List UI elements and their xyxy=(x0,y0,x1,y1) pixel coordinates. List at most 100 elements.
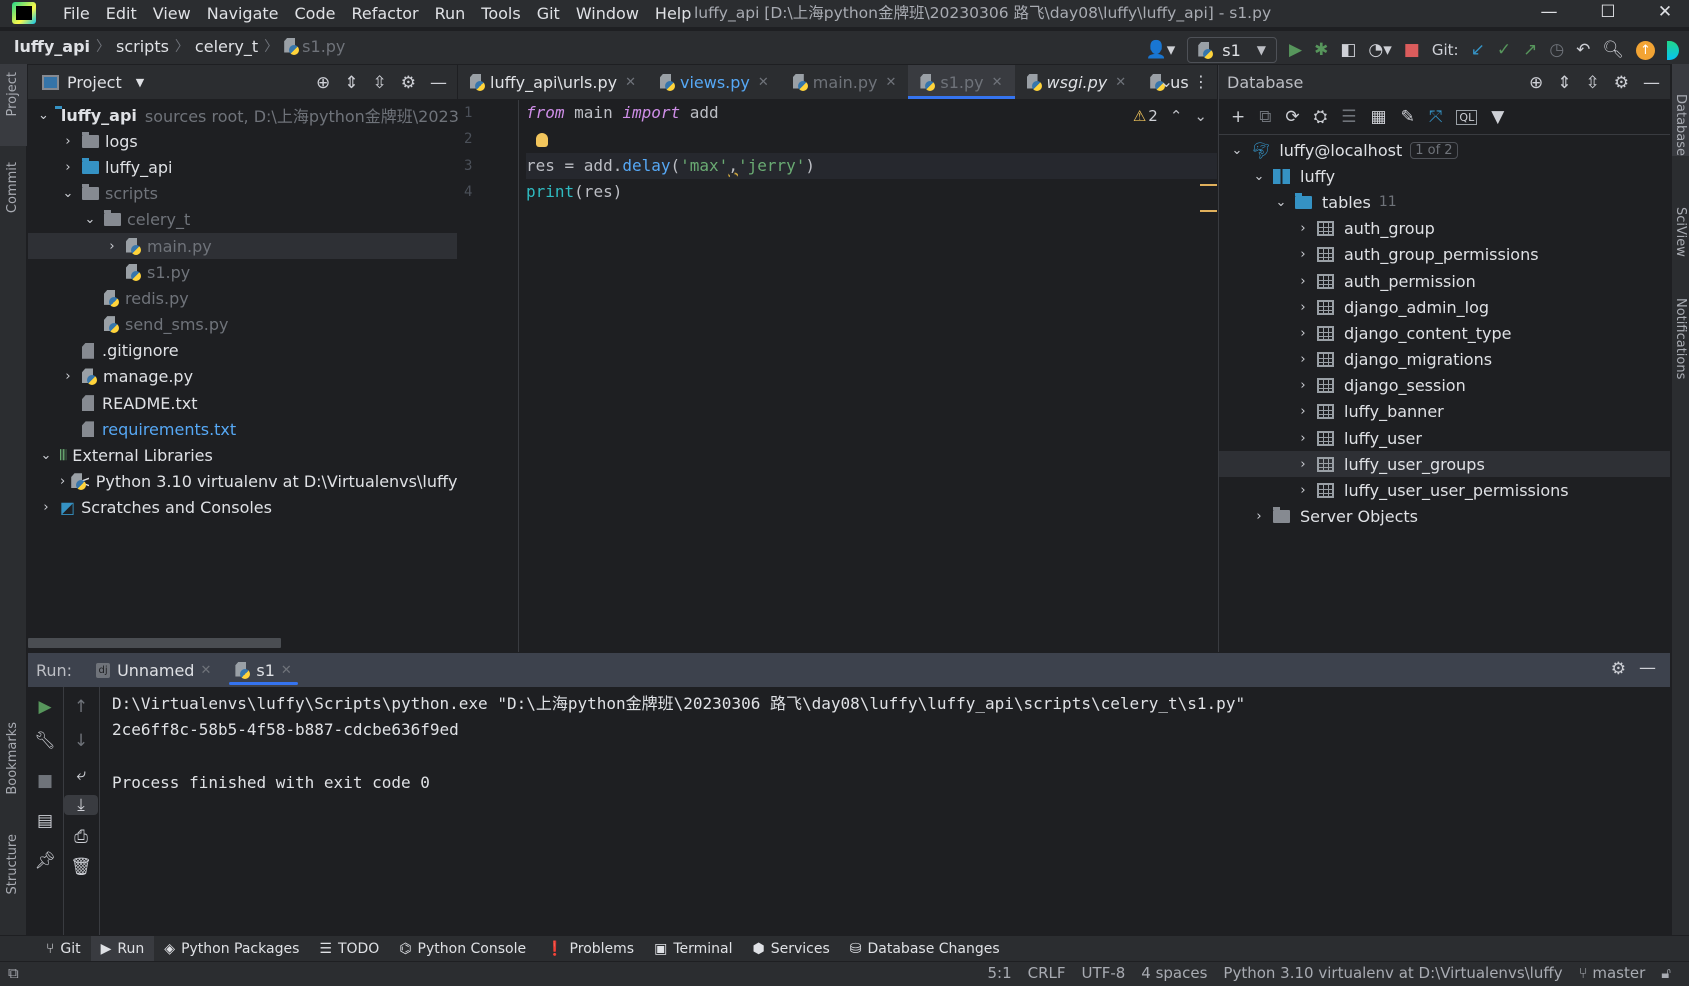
tree-item[interactable]: requirements.txt xyxy=(28,416,457,442)
tree-item[interactable]: › < Python 3.10 virtualenv at D:\Virtuale… xyxy=(28,469,476,495)
tool-tab-python-console[interactable]: ⌬ Python Console xyxy=(389,936,536,962)
editor-tab[interactable]: s1.py ✕ xyxy=(908,65,1015,99)
table-node[interactable]: › auth_group xyxy=(1219,216,1670,242)
pin-icon[interactable]: 📌︎ xyxy=(28,851,62,871)
project-panel-title[interactable]: Project xyxy=(67,73,122,92)
layout-icon[interactable]: ▤ xyxy=(28,811,62,831)
hide-icon[interactable]: — xyxy=(1643,73,1660,93)
menu-code[interactable]: Code xyxy=(287,2,344,25)
hide-icon[interactable]: — xyxy=(1639,658,1656,678)
project-tool-button[interactable]: Project xyxy=(0,64,27,146)
chevron-right-icon[interactable]: › xyxy=(1295,483,1311,498)
breadcrumb-celery-t[interactable]: celery_t xyxy=(195,37,258,56)
chevron-right-icon[interactable]: › xyxy=(1295,247,1311,262)
table-node[interactable]: › auth_group_permissions xyxy=(1219,242,1670,268)
up-arrow-icon[interactable]: ↑ xyxy=(64,697,98,717)
warning-stripe-mark[interactable] xyxy=(1200,210,1217,212)
table-node[interactable]: › auth_permission xyxy=(1219,268,1670,294)
breadcrumb-s1-py[interactable]: s1.py xyxy=(302,37,345,56)
warning-stripe-mark[interactable] xyxy=(1200,184,1217,186)
sciview-stripe-label[interactable]: SciView xyxy=(1673,207,1688,257)
menu-view[interactable]: View xyxy=(145,2,199,25)
table-node[interactable]: › luffy_user xyxy=(1219,425,1670,451)
code-area[interactable]: from main import add res = add.delay('ma… xyxy=(526,100,1217,206)
tree-item[interactable]: ⌄ celery_t xyxy=(28,207,457,233)
breadcrumb-scripts[interactable]: scripts xyxy=(116,37,169,56)
run-icon[interactable]: ▶ xyxy=(1289,40,1302,60)
menu-git[interactable]: Git xyxy=(529,2,568,25)
chevron-right-icon[interactable]: › xyxy=(1295,431,1311,446)
menu-edit[interactable]: Edit xyxy=(98,2,145,25)
tab-list-chevron-icon[interactable]: ⌄ xyxy=(1160,72,1173,91)
toggle-tool-windows-icon[interactable]: ⧉ xyxy=(8,964,19,982)
menu-file[interactable]: File xyxy=(55,2,98,25)
tree-item[interactable]: redis.py xyxy=(28,285,457,311)
chevron-right-icon[interactable]: › xyxy=(60,160,76,175)
tree-item[interactable]: › manage.py xyxy=(28,364,457,390)
prev-highlight-icon[interactable]: ⌃ xyxy=(1170,107,1183,125)
close-icon[interactable]: ✕ xyxy=(885,75,896,90)
tool-tab-terminal[interactable]: ▣ Terminal xyxy=(644,936,742,962)
db-properties-icon[interactable]: ☰ xyxy=(1341,107,1356,127)
tree-item[interactable]: › ◩ Scratches and Consoles xyxy=(28,495,457,521)
chevron-right-icon[interactable]: › xyxy=(104,239,120,254)
chevron-down-icon[interactable]: ⌄ xyxy=(60,186,76,201)
schema-node[interactable]: ⌄ luffy xyxy=(1219,163,1670,189)
menu-tools[interactable]: Tools xyxy=(473,2,528,25)
search-icon[interactable]: 🔍︎ xyxy=(1602,40,1624,60)
notifications-stripe-label[interactable]: Notifications xyxy=(1673,298,1688,379)
close-icon[interactable]: ✕ xyxy=(992,75,1003,90)
chevron-right-icon[interactable]: › xyxy=(38,500,54,515)
history-icon[interactable]: ◷ xyxy=(1549,40,1564,60)
tree-item[interactable]: s1.py xyxy=(28,259,457,285)
trash-icon[interactable]: 🗑︎ xyxy=(64,857,98,877)
close-icon[interactable]: ✕ xyxy=(758,75,769,90)
chevron-right-icon[interactable]: › xyxy=(1295,378,1311,393)
chevron-right-icon[interactable]: › xyxy=(1295,326,1311,341)
menu-run[interactable]: Run xyxy=(427,2,474,25)
tree-item[interactable]: send_sms.py xyxy=(28,312,457,338)
chevron-right-icon[interactable]: › xyxy=(1295,274,1311,289)
gear-icon[interactable]: ⚙ xyxy=(1614,73,1629,93)
menu-window[interactable]: Window xyxy=(568,2,647,25)
tree-item[interactable]: ⌄ luffy_api sources root, D:\上海python金牌班\2… xyxy=(28,102,469,128)
close-icon[interactable]: ✕ xyxy=(281,663,292,678)
table-view-icon[interactable]: ▦ xyxy=(1371,107,1387,127)
table-node[interactable]: › django_admin_log xyxy=(1219,294,1670,320)
git-update-icon[interactable]: ↙ xyxy=(1471,40,1485,60)
close-icon[interactable]: ✕ xyxy=(625,75,636,90)
menu-navigate[interactable]: Navigate xyxy=(199,2,287,25)
chevron-down-icon[interactable]: ⌄ xyxy=(82,212,98,227)
table-node[interactable]: › django_content_type xyxy=(1219,320,1670,346)
run-tab-unnamed[interactable]: dj Unnamed ✕ xyxy=(84,653,223,687)
structure-stripe-label[interactable]: Structure xyxy=(5,834,20,894)
expand-all-icon[interactable]: ⇕ xyxy=(344,73,358,93)
menu-help[interactable]: Help xyxy=(647,2,699,25)
update-icon[interactable]: ↑ xyxy=(1636,40,1655,60)
locate-icon[interactable]: ⊕ xyxy=(1529,73,1543,93)
inspection-widget[interactable]: ⚠ 2 ⌃ ⌄ xyxy=(1133,107,1207,125)
table-node[interactable]: › luffy_banner xyxy=(1219,399,1670,425)
table-node[interactable]: › luffy_user_groups xyxy=(1219,451,1670,478)
soft-wrap-icon[interactable]: ⤶ xyxy=(64,765,98,785)
next-highlight-icon[interactable]: ⌄ xyxy=(1194,107,1207,125)
tree-item[interactable]: › logs xyxy=(28,128,457,154)
tool-tab-problems[interactable]: ❗ Problems xyxy=(536,936,644,962)
jetbrains-icon[interactable] xyxy=(1667,40,1679,60)
chevron-down-icon[interactable]: ▼ xyxy=(136,76,144,89)
git-commit-icon[interactable]: ✓ xyxy=(1497,40,1511,60)
collapse-all-icon[interactable]: ⇳ xyxy=(1586,73,1600,93)
chevron-right-icon[interactable]: › xyxy=(60,369,76,384)
more-options-icon[interactable]: ⋮ xyxy=(1193,72,1209,91)
minimize-button[interactable]: — xyxy=(1524,0,1574,27)
tool-tab-services[interactable]: ⬢ Services xyxy=(742,936,839,962)
table-node[interactable]: › django_migrations xyxy=(1219,347,1670,373)
tree-item[interactable]: README.txt xyxy=(28,390,457,416)
stop-icon[interactable]: ■ xyxy=(1404,40,1420,60)
collapse-all-icon[interactable]: ⇳ xyxy=(373,73,387,93)
tree-item[interactable]: ⌄ scripts xyxy=(28,181,457,207)
git-branch-widget[interactable]: ⑂ master xyxy=(1579,964,1646,982)
jump-to-console-icon[interactable]: ⤧ xyxy=(1429,107,1443,127)
git-push-icon[interactable]: ↗ xyxy=(1523,40,1537,60)
close-window-button[interactable]: ✕ xyxy=(1640,0,1689,27)
